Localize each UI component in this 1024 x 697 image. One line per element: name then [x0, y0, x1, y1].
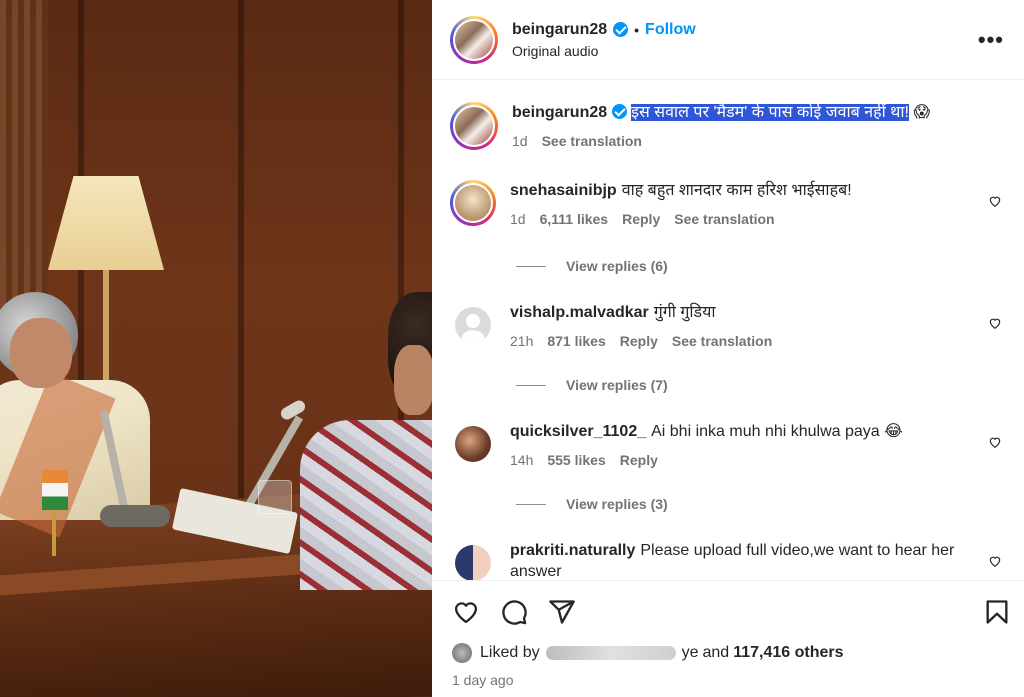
liker-avatar[interactable] [452, 643, 472, 663]
view-replies[interactable]: View replies (6) [516, 258, 668, 274]
author-username[interactable]: beingarun28 [512, 21, 607, 39]
commenter-avatar[interactable] [450, 421, 496, 467]
author-avatar[interactable] [450, 102, 498, 150]
likes-count[interactable]: 117,416 others [733, 644, 843, 662]
post-sidebar: beingarun28 • Follow Original audio ••• … [432, 0, 1024, 697]
comment-text: Ai bhi inka muh nhi khulwa paya 😂 [651, 423, 903, 440]
audio-label[interactable]: Original audio [512, 43, 696, 59]
comment-text: गुंगी गुडिया [653, 304, 716, 321]
bookmark-icon[interactable] [983, 598, 1011, 626]
follow-button[interactable]: Follow [645, 21, 696, 39]
comment-age: 1d [510, 211, 526, 227]
commenter-avatar[interactable] [450, 540, 496, 580]
reply-button[interactable]: Reply [620, 450, 658, 471]
comment-likes[interactable]: 871 likes [547, 331, 605, 352]
liker-name-suffix[interactable]: ye [682, 644, 699, 662]
like-comment-heart-icon[interactable] [988, 194, 1002, 208]
comment-username[interactable]: prakriti.naturally [510, 542, 635, 559]
comment-age: 14h [510, 452, 534, 468]
comment-username[interactable]: snehasainibjp [510, 182, 617, 199]
like-comment-heart-icon[interactable] [988, 435, 1002, 449]
verified-icon [612, 104, 628, 119]
caption: beingarun28 इस सवाल पर 'मैडम' के पास कोई … [450, 102, 1006, 152]
commenter-avatar[interactable] [450, 180, 496, 226]
like-comment-heart-icon[interactable] [988, 554, 1002, 568]
reply-button[interactable]: Reply [620, 331, 658, 352]
more-icon[interactable]: ••• [978, 27, 1004, 53]
see-translation-link[interactable]: See translation [542, 131, 642, 152]
like-comment-heart-icon[interactable] [988, 316, 1002, 330]
comment-username[interactable]: quicksilver_1102_ [510, 423, 646, 440]
curtain [0, 0, 48, 330]
caption-emoji: 😱 [913, 104, 931, 121]
author-avatar[interactable] [450, 15, 498, 64]
see-translation-link[interactable]: See translation [672, 331, 772, 352]
comment-text: वाह बहुत शानदार काम हरिश भाईसाहब! [621, 182, 852, 199]
comment-item: vishalp.malvadkar गुंगी गुडिया 21h 871 li… [450, 302, 1006, 352]
comment-username[interactable]: vishalp.malvadkar [510, 304, 649, 321]
caption-username[interactable]: beingarun28 [512, 104, 607, 121]
heart-icon[interactable] [452, 598, 480, 626]
comment-icon[interactable] [500, 598, 528, 626]
liked-by-row: Liked by ye and 117,416 others [452, 643, 844, 663]
video-player[interactable] [0, 0, 432, 697]
action-bar [432, 580, 1024, 640]
share-icon[interactable] [548, 598, 576, 626]
flag [42, 470, 68, 510]
post-timestamp[interactable]: 1 day ago [452, 672, 514, 688]
comment-item: snehasainibjp वाह बहुत शानदार काम हरिश भा… [450, 180, 1006, 230]
post-header: beingarun28 • Follow Original audio ••• [432, 0, 1024, 80]
interviewer [300, 420, 432, 590]
comment-item: prakriti.naturally Please upload full vid… [450, 540, 1006, 580]
caption-text: इस सवाल पर 'मैडम' के पास कोई जवाब नहीं थ… [631, 104, 909, 121]
liker-name-redacted [545, 646, 676, 660]
comment-likes[interactable]: 555 likes [547, 450, 605, 471]
comment-likes[interactable]: 6,111 likes [540, 209, 609, 230]
glass [258, 480, 292, 514]
view-replies[interactable]: View replies (3) [516, 496, 668, 512]
post-modal: beingarun28 • Follow Original audio ••• … [0, 0, 1024, 697]
see-translation-link[interactable]: See translation [674, 209, 774, 230]
view-replies[interactable]: View replies (7) [516, 377, 668, 393]
reply-button[interactable]: Reply [622, 209, 660, 230]
verified-icon [613, 22, 629, 37]
commenter-avatar[interactable] [450, 302, 496, 348]
comment-age: 21h [510, 333, 534, 349]
comments-list[interactable]: beingarun28 इस सवाल पर 'मैडम' के पास कोई … [432, 80, 1024, 580]
caption-age: 1d [512, 133, 528, 149]
comment-item: quicksilver_1102_ Ai bhi inka muh nhi khu… [450, 421, 1006, 471]
